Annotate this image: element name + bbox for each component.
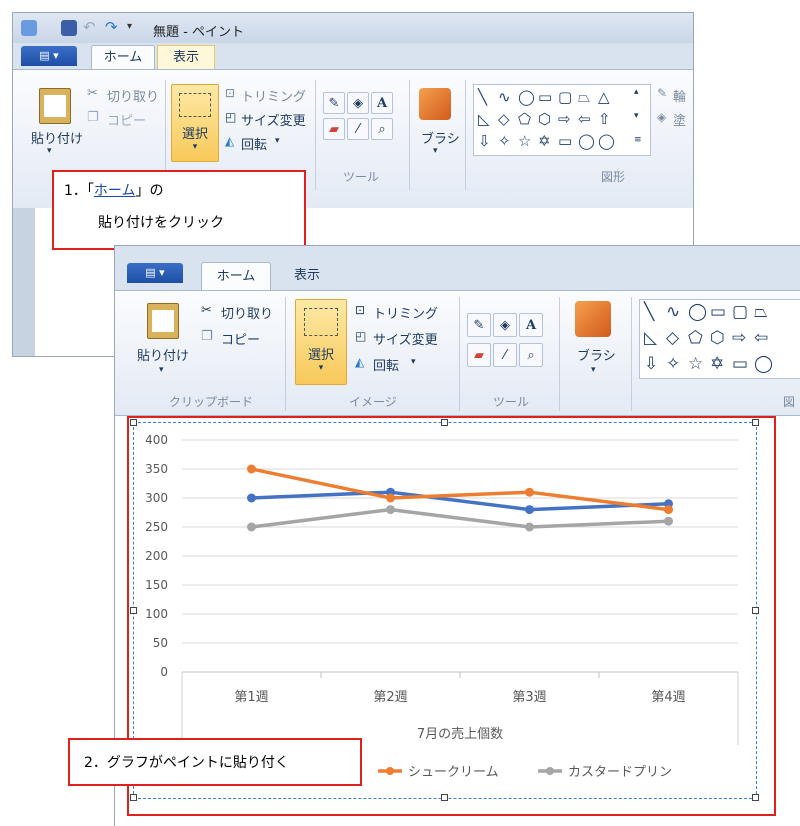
- data-point: [664, 505, 673, 515]
- legend-label: カスタードプリン: [568, 765, 672, 780]
- data-point: [386, 493, 395, 503]
- y-tick-label: 200: [145, 549, 168, 563]
- y-tick-label: 100: [145, 607, 168, 621]
- data-point: [247, 493, 256, 503]
- x-tick-label: 第2週: [373, 690, 407, 705]
- y-tick-label: 350: [145, 462, 168, 476]
- legend-label: シュークリーム: [408, 765, 499, 780]
- data-point: [525, 522, 534, 532]
- y-tick-label: 50: [153, 636, 168, 650]
- step2-instruction: 2．グラフがペイントに貼り付く: [84, 755, 289, 771]
- x-tick-label: 第3週: [512, 690, 546, 705]
- data-point: [386, 505, 395, 515]
- line-chart: 400 350 300 250 200 150 100 50 0 第1週 第2週 第3週 第4週 7月の売…: [145, 433, 739, 780]
- step2-callout: 2．グラフがペイントに貼り付く: [68, 738, 362, 786]
- y-tick-label: 0: [160, 665, 168, 679]
- y-tick-label: 400: [145, 433, 168, 447]
- x-tick-label: 第4週: [651, 690, 685, 705]
- x-axis-label: 7月の売上個数: [417, 726, 503, 742]
- x-tick-label: 第1週: [234, 690, 268, 705]
- legend-marker: [386, 767, 394, 775]
- data-point: [664, 516, 673, 526]
- y-tick-label: 150: [145, 578, 168, 592]
- series-line: [251, 467, 669, 512]
- data-point: [525, 487, 534, 497]
- data-point: [525, 505, 534, 515]
- data-point: [247, 522, 256, 532]
- y-tick-label: 250: [145, 520, 168, 534]
- series-line: [251, 507, 669, 529]
- data-point: [247, 464, 256, 474]
- y-tick-label: 300: [145, 491, 168, 505]
- legend-marker: [546, 767, 554, 775]
